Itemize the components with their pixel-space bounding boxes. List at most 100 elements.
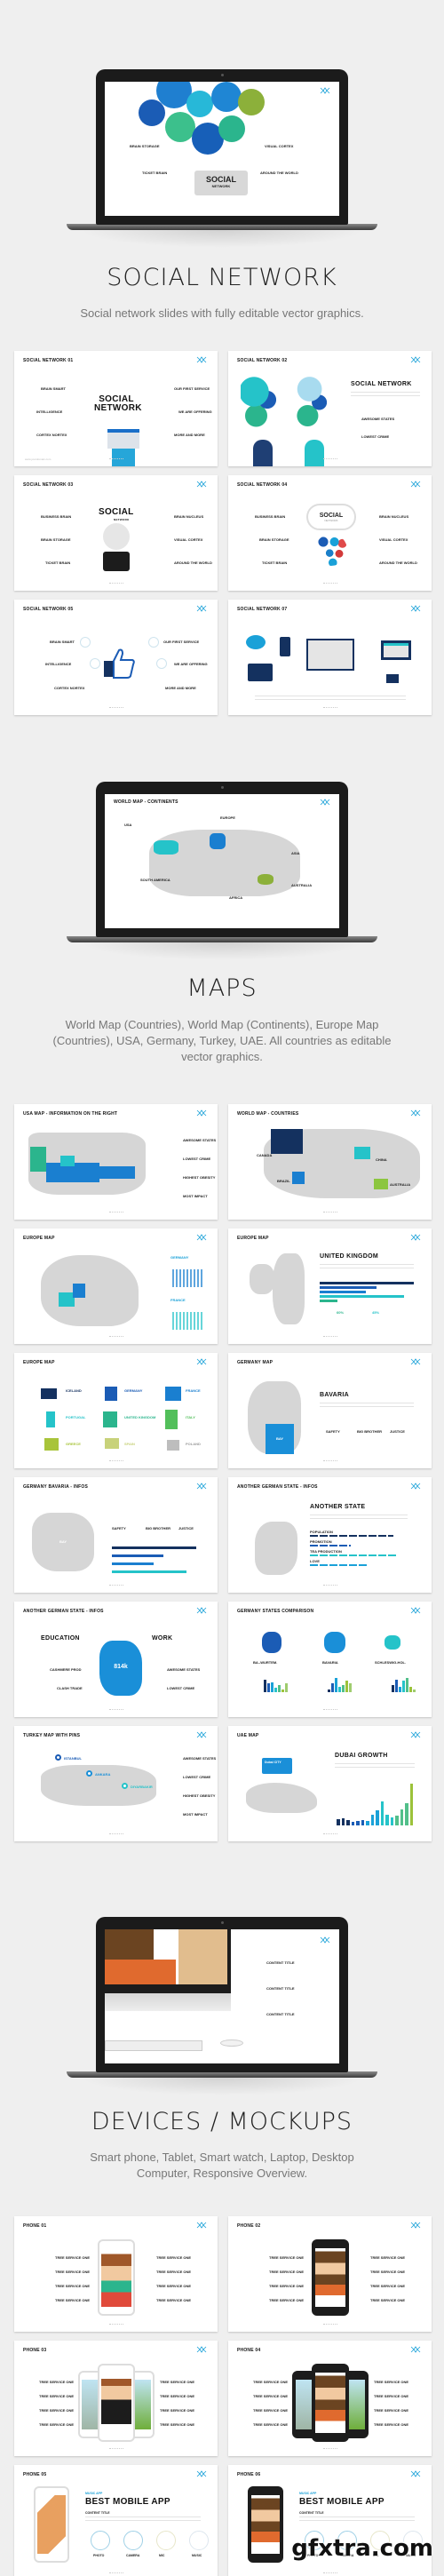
slide-pager bbox=[322, 707, 337, 710]
slide-social-07[interactable]: SOCIAL NETWORK 07 bbox=[228, 600, 432, 715]
service-item: TREE SERVICE ONE bbox=[374, 2422, 409, 2427]
slide-phone-04[interactable]: PHONE 04 TREE SERVICE ONE TREE SERVICE ON… bbox=[228, 2341, 432, 2456]
cloud-icon bbox=[246, 635, 266, 649]
slide-world-countries[interactable]: WORLD MAP - COUNTRIES CANADA BRAZIL CHIN… bbox=[228, 1104, 432, 1220]
slide-social-03[interactable]: SOCIAL NETWORK 03 SOCIAL NETWORK BUSINES… bbox=[14, 475, 218, 591]
slide-europe-map[interactable]: EUROPE MAP GERMANY FRANCE bbox=[14, 1228, 218, 1344]
state-highlight bbox=[60, 1156, 75, 1166]
social-icons-cluster bbox=[241, 376, 285, 429]
vimeo-bubble-icon bbox=[238, 89, 265, 115]
slide-usa-map[interactable]: USA MAP - INFORMATION ON THE RIGHT AWESO… bbox=[14, 1104, 218, 1220]
bar bbox=[310, 1554, 398, 1556]
service-item: TREE SERVICE ONE bbox=[253, 2380, 289, 2384]
crown-logo-icon bbox=[196, 1109, 207, 1117]
feature-label: CAMERA bbox=[126, 2554, 140, 2557]
bar bbox=[405, 1802, 408, 1825]
slide-states-comparison[interactable]: GERMANY STATES COMPARISON BA.-WURTEM. BA… bbox=[228, 1602, 432, 1717]
service-item: TREE SERVICE ONE bbox=[55, 2255, 91, 2260]
desktop-device-icon bbox=[306, 639, 354, 671]
slide-education-work[interactable]: ANOTHER GERMAN STATE - INFOS EDUCATION W… bbox=[14, 1602, 218, 1717]
maps-slides-grid: USA MAP - INFORMATION ON THE RIGHT AWESO… bbox=[14, 1104, 432, 1841]
bar bbox=[395, 1816, 399, 1825]
slide-pager bbox=[108, 1833, 123, 1836]
crown-logo-icon bbox=[410, 356, 421, 363]
slide-pager bbox=[322, 1585, 337, 1587]
slide-social-04[interactable]: SOCIAL NETWORK 04 SOCIAL NETWORK BUSINES… bbox=[228, 475, 432, 591]
service-item: TREE SERVICE ONE bbox=[156, 2298, 192, 2302]
uae-map bbox=[246, 1783, 317, 1813]
canada-region bbox=[271, 1129, 303, 1154]
phone-mockup-white bbox=[98, 2239, 135, 2316]
bar bbox=[409, 1686, 412, 1692]
social-icons-cluster bbox=[294, 376, 333, 429]
slide-pager bbox=[108, 1709, 123, 1712]
service-item: TREE SERVICE ONE bbox=[374, 2380, 409, 2384]
feature-label: PHOTO bbox=[93, 2554, 105, 2557]
crown-logo-icon bbox=[410, 1731, 421, 1738]
crown-logo-icon bbox=[196, 1607, 207, 1614]
googleplus-bubble-icon bbox=[218, 115, 245, 142]
service-item: TREE SERVICE ONE bbox=[370, 2255, 406, 2260]
bar bbox=[400, 1809, 403, 1825]
crown-logo-icon bbox=[320, 1936, 330, 1944]
slide-turkey-map[interactable]: TURKEY MAP WITH PINS ISTANBUL ANKARA DIY… bbox=[14, 1726, 218, 1841]
phone-device-icon bbox=[280, 637, 290, 656]
bavaria-region: BAY bbox=[266, 1424, 294, 1454]
bar bbox=[366, 1821, 369, 1825]
desktop-monitor bbox=[105, 1929, 231, 1993]
slide-pager bbox=[322, 583, 337, 585]
section-subtitle-maps: World Map (Countries), World Map (Contin… bbox=[52, 1018, 392, 1063]
bar bbox=[328, 1689, 330, 1692]
section-title-maps: MAPS bbox=[186, 974, 258, 1002]
slide-social-05[interactable]: SOCIAL NETWORK 05 BRAIN SMART INTELLIGEN… bbox=[14, 600, 218, 715]
europe-map bbox=[41, 1255, 139, 1326]
slide-bavaria-infos[interactable]: GERMANY BAVARIA - INFOS BAY SAFETY BIG B… bbox=[14, 1477, 218, 1593]
thumbs-up-icon bbox=[104, 648, 135, 679]
bar bbox=[390, 1817, 393, 1825]
service-item: TREE SERVICE ONE bbox=[39, 2380, 75, 2384]
hero-label: BRAIN STORAGE bbox=[130, 144, 160, 148]
slide-uae-map[interactable]: UAE MAP Dubai CITY DUBAI GROWTH bbox=[228, 1726, 432, 1841]
slide-social-02[interactable]: SOCIAL NETWORK 02 SOCIAL NETWORK AWESOME… bbox=[228, 351, 432, 466]
slide-europe-countries[interactable]: EUROPE MAP ICELAND GERMANY FRANCE PORTUG… bbox=[14, 1353, 218, 1468]
laptop-screen: CONTENT TITLE CONTENT TITLE CONTENT TITL… bbox=[105, 1929, 339, 2063]
slide-phone-05[interactable]: PHONE 05 MUSIC APP BEST MOBILE APP CONTE… bbox=[14, 2465, 218, 2576]
slide-pager bbox=[322, 2448, 337, 2451]
crown-logo-icon bbox=[410, 1483, 421, 1490]
service-item: TREE SERVICE ONE bbox=[374, 2408, 409, 2413]
section-subtitle-social: Social network slides with fully editabl… bbox=[80, 306, 364, 320]
brazil-region bbox=[292, 1172, 305, 1184]
map-pin-icon bbox=[55, 1754, 61, 1761]
service-item: TREE SERVICE ONE bbox=[370, 2284, 406, 2288]
bar bbox=[112, 1570, 186, 1573]
slide-social-01[interactable]: SOCIAL NETWORK 01 SOCIAL NETWORK BRAIN S… bbox=[14, 351, 218, 466]
slide-germany-map[interactable]: GERMANY MAP BAY BAVARIA SAFETY BIG BROTH… bbox=[228, 1353, 432, 1468]
bar bbox=[409, 1784, 413, 1825]
crown-logo-icon bbox=[196, 2470, 207, 2477]
music-icon bbox=[189, 2531, 209, 2550]
hero-label: TICKET BRAIN bbox=[142, 171, 168, 175]
service-item: TREE SERVICE ONE bbox=[253, 2394, 289, 2398]
crown-logo-icon bbox=[196, 1483, 207, 1490]
tablet-device-icon bbox=[248, 664, 273, 681]
phone-mockup-white bbox=[98, 2364, 135, 2442]
slide-another-state[interactable]: ANOTHER GERMAN STATE - INFOS ANOTHER STA… bbox=[228, 1477, 432, 1593]
service-item: TREE SERVICE ONE bbox=[156, 2270, 192, 2274]
slide-phone-02[interactable]: PHONE 02 TREE SERVICE ONE TREE SERVICE ON… bbox=[228, 2216, 432, 2332]
crown-logo-icon bbox=[320, 87, 330, 94]
slide-phone-03[interactable]: PHONE 03 TREE SERVICE ONE TREE SERVICE ON… bbox=[14, 2341, 218, 2456]
usa-region bbox=[154, 840, 178, 855]
service-item: TREE SERVICE ONE bbox=[55, 2270, 91, 2274]
bar bbox=[335, 1678, 337, 1692]
social-slides-grid: SOCIAL NETWORK 01 SOCIAL NETWORK BRAIN S… bbox=[14, 351, 432, 715]
slide-pager bbox=[108, 1585, 123, 1587]
slide-united-kingdom[interactable]: EUROPE MAP UNITED KINGDOM 60% 45% bbox=[228, 1228, 432, 1344]
slide-phone-01[interactable]: PHONE 01 TREE SERVICE ONE TREE SERVICE ON… bbox=[14, 2216, 218, 2332]
bar bbox=[392, 1685, 394, 1692]
social-network-badge: SOCIAL NETWORK bbox=[194, 171, 248, 195]
service-item: TREE SERVICE ONE bbox=[269, 2284, 305, 2288]
camera-dot bbox=[221, 74, 224, 76]
dot-rating bbox=[172, 1269, 202, 1287]
service-item: TREE SERVICE ONE bbox=[156, 2255, 192, 2260]
bavaria-map: BAY bbox=[32, 1513, 94, 1571]
